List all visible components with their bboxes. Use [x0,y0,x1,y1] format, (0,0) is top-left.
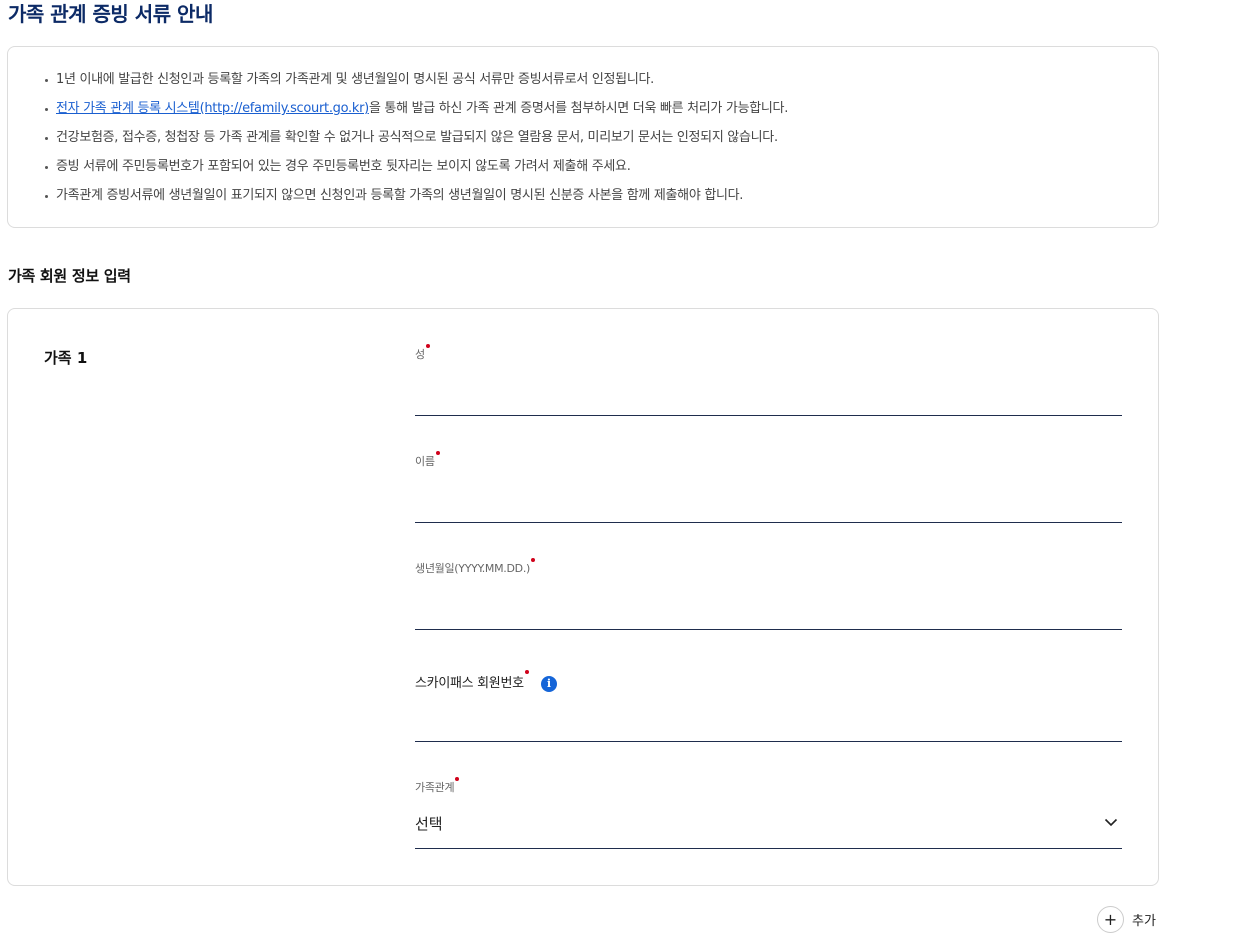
notice-item: 증빙 서류에 주민등록번호가 포함되어 있는 경우 주민등록번호 뒷자리는 보이… [44,156,788,185]
notice-list: 1년 이내에 발급한 신청인과 등록할 가족의 가족관계 및 생년월일이 명시된… [44,69,788,214]
skypass-field: 스카이패스 회원번호 i [415,670,1122,742]
plus-icon: + [1097,906,1124,933]
notice-box: 1년 이내에 발급한 신청인과 등록할 가족의 가족관계 및 생년월일이 명시된… [7,46,1159,228]
family-label: 가족 1 [44,349,88,367]
efamily-link[interactable]: 전자 가족 관계 등록 시스템(http://efamily.scourt.go… [56,101,369,116]
add-label: 추가 [1132,914,1156,929]
relation-label: 가족관계 [415,777,460,795]
family-form: 가족 1 성 이름 생년월일(YYYY.MM.DD.) 스카이패스 회원번호 i … [7,308,1159,886]
birthdate-field: 생년월일(YYYY.MM.DD.) [415,558,1122,630]
skypass-label: 스카이패스 회원번호 i [415,670,557,692]
required-dot [524,670,529,674]
required-dot [531,558,536,562]
birthdate-input[interactable] [415,593,1122,629]
notice-item: 1년 이내에 발급한 신청인과 등록할 가족의 가족관계 및 생년월일이 명시된… [44,69,788,98]
section-title: 가족 회원 정보 입력 [8,267,131,285]
page-title: 가족 관계 증빙 서류 안내 [8,2,213,26]
notice-item: 전자 가족 관계 등록 시스템(http://efamily.scourt.go… [44,98,788,127]
last-name-label: 성 [415,344,430,362]
last-name-field: 성 [415,344,1122,416]
first-name-field: 이름 [415,451,1122,523]
first-name-label: 이름 [415,451,440,469]
notice-item: 건강보험증, 접수증, 청첩장 등 가족 관계를 확인할 수 없거나 공식적으로… [44,127,788,156]
birthdate-label: 생년월일(YYYY.MM.DD.) [415,558,536,576]
required-dot [425,344,430,348]
add-family-button[interactable]: + 추가 [1097,906,1156,933]
notice-item: 가족관계 증빙서류에 생년월일이 표기되지 않으면 신청인과 등록할 가족의 생… [44,185,788,214]
first-name-input[interactable] [415,486,1122,522]
skypass-input[interactable] [415,705,1122,741]
relation-select[interactable]: 가족관계 선택 [415,777,1122,849]
required-dot [455,777,460,781]
last-name-input[interactable] [415,379,1122,415]
relation-selected-value: 선택 [415,815,443,833]
required-dot [435,451,440,455]
chevron-down-icon [1104,818,1118,827]
info-icon[interactable]: i [540,675,557,692]
